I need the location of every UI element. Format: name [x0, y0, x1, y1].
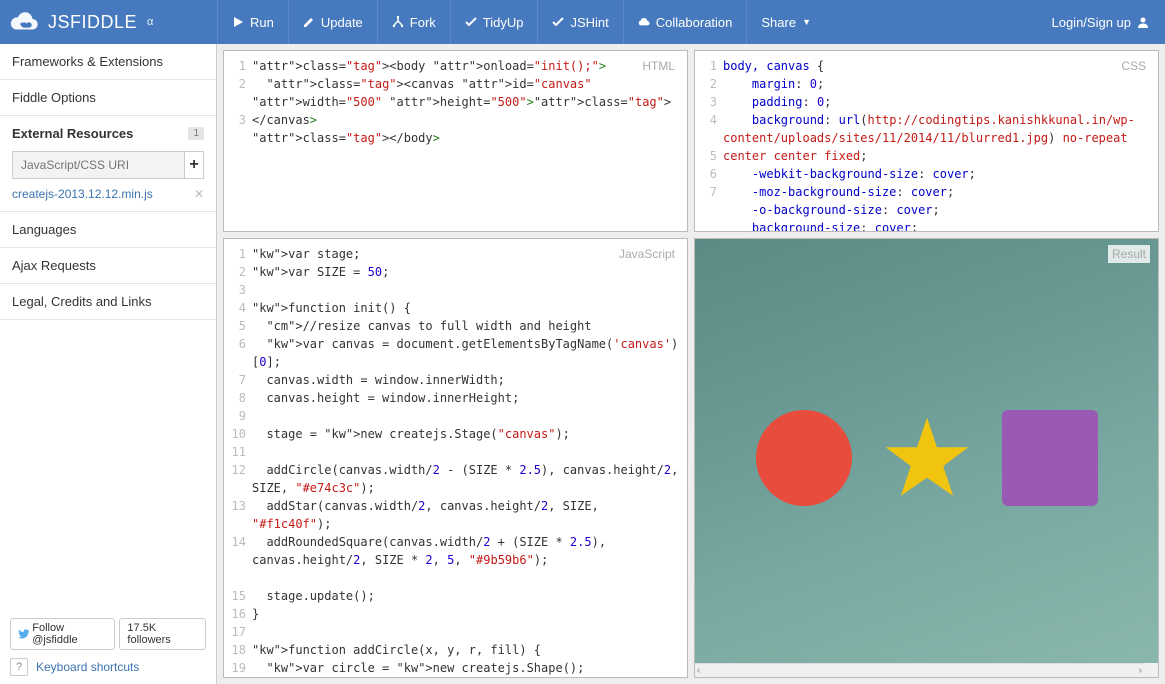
editor-panes: HTML 12 3 "attr">class="tag"><body "attr…: [217, 44, 1165, 684]
cloud-icon: [638, 16, 650, 28]
collaboration-button[interactable]: Collaboration: [623, 0, 747, 44]
result-label: Result: [1108, 245, 1150, 263]
check-icon: [552, 16, 564, 28]
sidebar-languages[interactable]: Languages: [0, 212, 216, 248]
html-pane[interactable]: HTML 12 3 "attr">class="tag"><body "attr…: [223, 50, 688, 232]
js-code[interactable]: "kw">var stage; "kw">var SIZE = 50; "kw"…: [252, 239, 687, 677]
check-icon: [465, 16, 477, 28]
external-count-badge: 1: [188, 127, 204, 140]
fork-button[interactable]: Fork: [377, 0, 450, 44]
tidyup-button[interactable]: TidyUp: [450, 0, 538, 44]
sidebar: Frameworks & Extensions Fiddle Options E…: [0, 44, 217, 684]
twitter-follow-button[interactable]: Follow @jsfiddle: [10, 618, 115, 650]
brand-name: JSFIDDLE: [48, 12, 137, 33]
logo-area[interactable]: JSFIDDLE α: [0, 11, 217, 33]
main: Frameworks & Extensions Fiddle Options E…: [0, 44, 1165, 684]
result-circle: [756, 410, 852, 506]
scroll-corner: [1144, 663, 1158, 677]
sidebar-external-resources: External Resources 1 + createjs-2013.12.…: [0, 116, 216, 212]
html-gutter: 12 3: [224, 51, 252, 231]
resource-link[interactable]: createjs-2013.12.12.min.js: [12, 187, 153, 201]
js-gutter: 123456 789101112 13 14 151617181920: [224, 239, 252, 677]
result-square: [1002, 410, 1098, 506]
chevron-down-icon: ▼: [802, 17, 811, 27]
scroll-left-icon[interactable]: ‹: [697, 665, 700, 676]
update-button[interactable]: Update: [288, 0, 377, 44]
external-resources-title: External Resources: [12, 126, 133, 141]
css-gutter: 1234 567: [695, 51, 723, 231]
header: JSFIDDLE α Run Update Fork TidyUp JSHint…: [0, 0, 1165, 44]
js-pane[interactable]: JavaScript 123456 789101112 13 14 151617…: [223, 238, 688, 678]
sidebar-fiddle-options[interactable]: Fiddle Options: [0, 80, 216, 116]
css-code[interactable]: body, canvas { margin: 0; padding: 0; ba…: [723, 51, 1158, 231]
pencil-icon: [303, 16, 315, 28]
jshint-button[interactable]: JSHint: [537, 0, 622, 44]
toolbar: Run Update Fork TidyUp JSHint Collaborat…: [217, 0, 825, 44]
result-scrollbar-horizontal[interactable]: ‹ ›: [695, 663, 1144, 677]
help-icon[interactable]: ?: [10, 658, 28, 676]
sidebar-legal[interactable]: Legal, Credits and Links: [0, 284, 216, 320]
add-resource-button[interactable]: +: [185, 151, 204, 179]
result-pane: Result ‹ ›: [694, 238, 1159, 678]
css-pane[interactable]: CSS 1234 567 body, canvas { margin: 0; p…: [694, 50, 1159, 232]
login-button[interactable]: Login/Sign up: [1035, 0, 1165, 44]
js-label: JavaScript: [615, 245, 679, 263]
keyboard-shortcuts-link[interactable]: Keyboard shortcuts: [36, 660, 139, 674]
share-button[interactable]: Share▼: [746, 0, 825, 44]
play-icon: [232, 16, 244, 28]
scroll-right-icon[interactable]: ›: [1139, 665, 1142, 676]
html-code[interactable]: "attr">class="tag"><body "attr">onload="…: [252, 51, 687, 231]
brand-suffix: α: [147, 16, 153, 28]
sidebar-footer: Follow @jsfiddle 17.5K followers ? Keybo…: [0, 610, 216, 684]
remove-resource-icon[interactable]: ✕: [194, 187, 204, 201]
result-canvas: ‹ ›: [695, 239, 1158, 677]
twitter-followers[interactable]: 17.5K followers: [119, 618, 206, 650]
sidebar-ajax[interactable]: Ajax Requests: [0, 248, 216, 284]
result-star: [882, 413, 972, 503]
css-label: CSS: [1117, 57, 1150, 75]
user-icon: [1137, 16, 1149, 28]
fork-icon: [392, 16, 404, 28]
sidebar-frameworks[interactable]: Frameworks & Extensions: [0, 44, 216, 80]
twitter-icon: [18, 629, 29, 639]
run-button[interactable]: Run: [217, 0, 288, 44]
html-label: HTML: [638, 57, 679, 75]
cloud-icon: [10, 11, 40, 33]
resource-uri-input[interactable]: [12, 151, 185, 179]
